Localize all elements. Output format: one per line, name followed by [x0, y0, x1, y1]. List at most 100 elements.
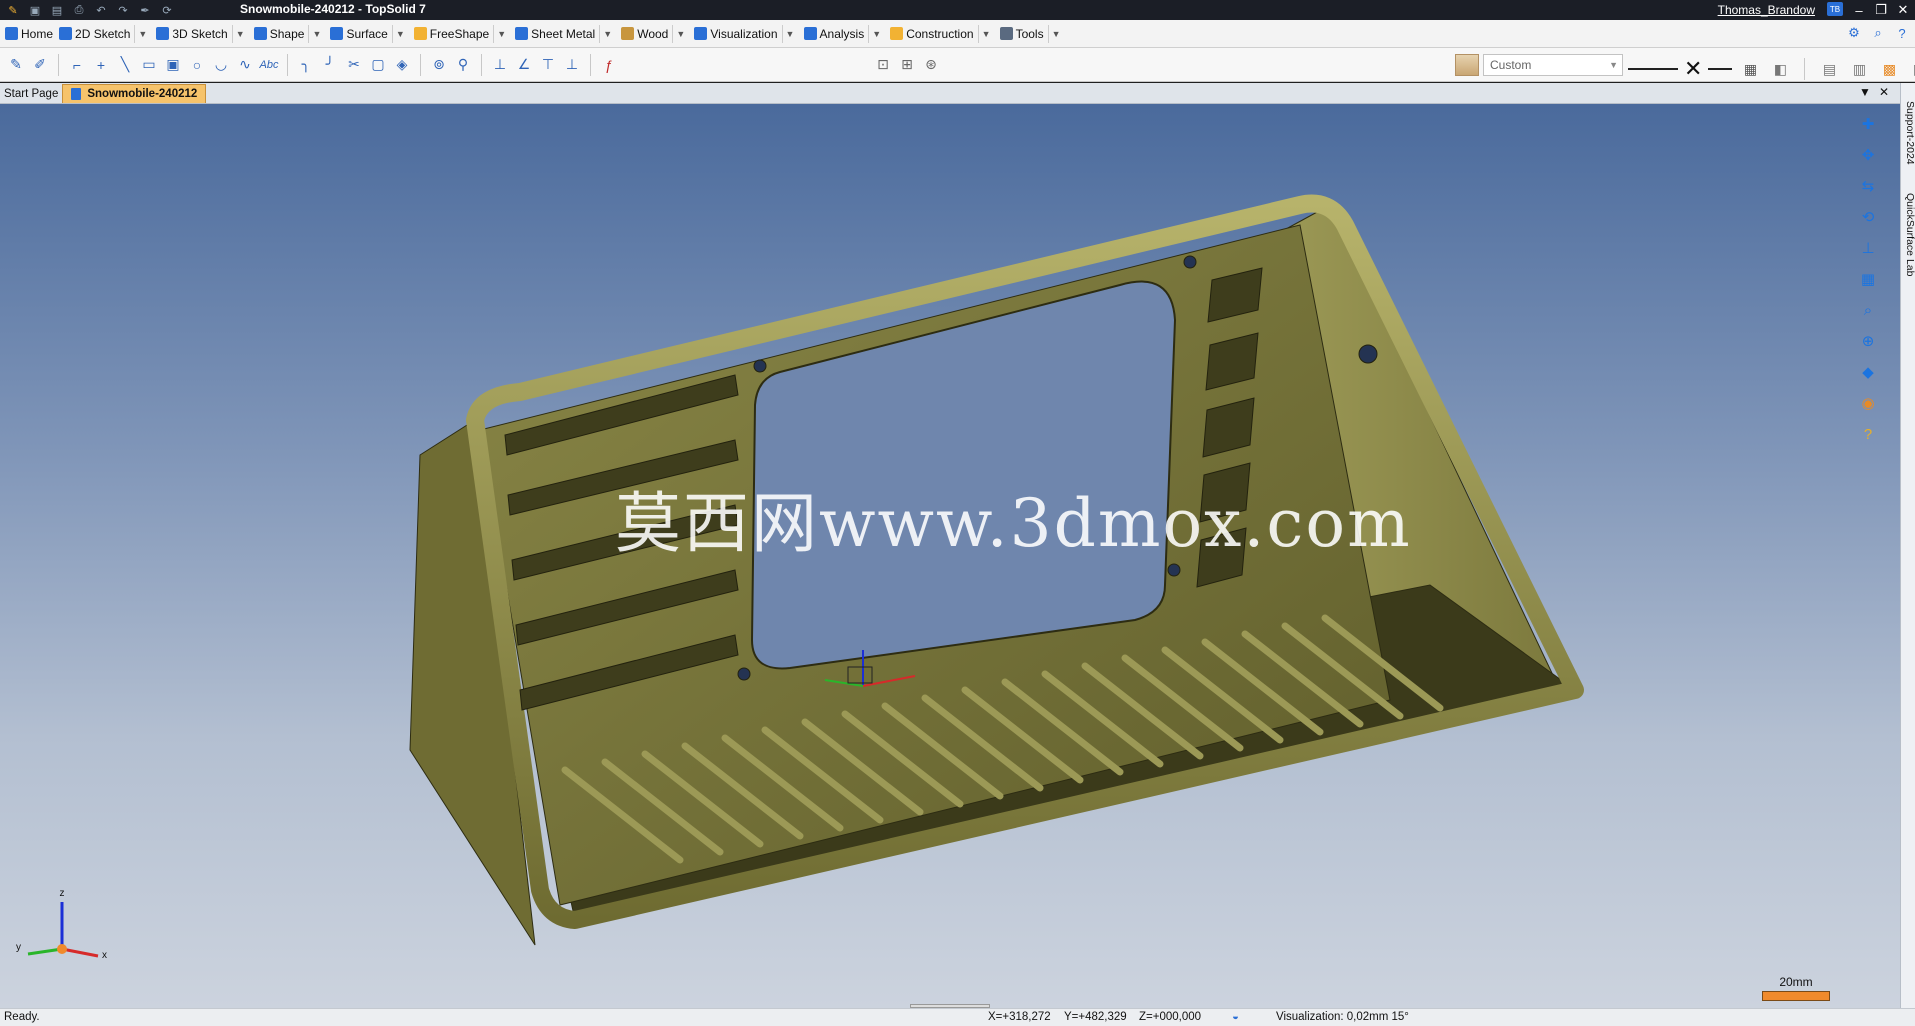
polyline-icon[interactable]: ⌐ — [65, 52, 89, 78]
preset-select[interactable]: Custom ▼ — [1483, 54, 1623, 76]
arc-icon[interactable]: ◡ — [209, 52, 233, 78]
dimension-icon[interactable]: ⊥ — [488, 52, 512, 78]
minimize-icon[interactable]: – — [1851, 3, 1867, 18]
grid-icon[interactable]: ▤ — [1817, 56, 1841, 82]
chevron-down-icon[interactable]: ▼ — [231, 24, 248, 43]
chevron-down-icon[interactable]: ▼ — [308, 24, 324, 43]
redo-icon[interactable]: ↷ — [114, 2, 132, 18]
side-panel-support[interactable]: Support-2024 — [1901, 101, 1915, 165]
help-icon[interactable]: ? — [1855, 422, 1881, 446]
tab-3d-sketch[interactable]: 3D Sketch ▼ — [153, 21, 250, 47]
hatch-icon[interactable]: ▦ — [1738, 56, 1762, 82]
tab-2d-sketch[interactable]: 2D Sketch ▼ — [56, 21, 153, 47]
line-icon[interactable]: ╲ — [113, 52, 137, 78]
app-menu-icon[interactable]: ✎ — [4, 2, 22, 18]
chevron-down-icon[interactable]: ▼ — [672, 24, 688, 43]
perpendicular-icon[interactable]: ⊥ — [560, 52, 584, 78]
user-name-link[interactable]: Thomas_Brandow — [1718, 3, 1815, 17]
tab-construction[interactable]: Construction ▼ — [887, 21, 996, 47]
views-icon[interactable]: ▦ — [1855, 267, 1881, 291]
orbit-icon[interactable]: ⟲ — [1855, 205, 1881, 229]
tab-label: Tools — [1015, 26, 1044, 41]
measure-icon[interactable]: ⊡ — [871, 52, 895, 78]
chevron-down-icon[interactable]: ▼ — [977, 24, 994, 43]
close-icon[interactable]: ✕ — [1895, 2, 1911, 18]
side-panel-quicksurface[interactable]: QuickSurface Lab — [1901, 193, 1915, 276]
zoom-window-icon[interactable]: ⌕ — [1855, 298, 1881, 322]
plus-icon[interactable]: ✚ — [1855, 112, 1881, 136]
chevron-down-icon[interactable]: ▼ — [781, 24, 798, 43]
move-icon[interactable]: ✥ — [1855, 143, 1881, 167]
line-style-sample[interactable] — [1708, 68, 1733, 70]
tab-active-document[interactable]: Snowmobile-240212 — [62, 84, 207, 103]
chevron-down-icon[interactable]: ▼ — [134, 24, 150, 43]
zoom-icon[interactable]: ⊕ — [1855, 329, 1881, 353]
pencil-icon[interactable]: ✎ — [4, 52, 28, 78]
rotate-view-icon[interactable]: ⊚ — [427, 52, 451, 78]
undo-icon[interactable]: ↶ — [92, 2, 110, 18]
function-icon[interactable]: ƒ — [597, 52, 621, 78]
separator — [58, 53, 59, 76]
edit-sketch-icon[interactable]: ✐ — [28, 52, 52, 78]
fillet-icon[interactable]: ╮ — [294, 52, 318, 78]
tab-tools[interactable]: Tools ▼ — [997, 21, 1067, 47]
3d-viewport[interactable]: 莫西网www.3dmox.com z x y 20mm — [0, 104, 1900, 1008]
layers-icon[interactable]: ◧ — [1768, 56, 1792, 82]
line-style-sample[interactable] — [1628, 68, 1678, 70]
tab-wood[interactable]: Wood ▼ — [618, 21, 691, 47]
circle-icon[interactable]: ○ — [185, 52, 209, 78]
close-icon[interactable]: ✕ — [1879, 85, 1889, 99]
search-icon[interactable]: ⌕ — [1869, 24, 1887, 42]
settings-icon[interactable]: ⚙ — [1845, 24, 1863, 42]
print-icon[interactable]: ⎙ — [70, 2, 88, 18]
square-icon[interactable]: ▣ — [161, 52, 185, 78]
point-icon[interactable]: + — [89, 52, 113, 78]
side-panels: Support-2024 QuickSurface Lab — [1900, 83, 1915, 1008]
zoom-inspect-icon[interactable]: ⊛ — [919, 52, 943, 78]
snap-icon[interactable]: ▥ — [1847, 56, 1871, 82]
chevron-down-icon[interactable]: ▼ — [391, 24, 408, 43]
display-icon[interactable]: ◨ — [1907, 56, 1915, 82]
tab-label: Visualization — [710, 26, 778, 41]
tab-surface[interactable]: Surface ▼ — [327, 21, 410, 47]
tab-sheet-metal[interactable]: Sheet Metal ▼ — [512, 21, 618, 47]
user-badge[interactable]: TB — [1827, 2, 1843, 16]
save-all-icon[interactable]: ▤ — [48, 2, 66, 18]
rectangle-icon[interactable]: ▭ — [137, 52, 161, 78]
help-icon[interactable]: ? — [1893, 24, 1911, 42]
offset-icon[interactable]: ▢ — [366, 52, 390, 78]
chevron-down-icon[interactable]: ▼ — [493, 24, 509, 43]
tab-freeshape[interactable]: FreeShape ▼ — [411, 21, 512, 47]
constraint-icon[interactable]: ⊤ — [536, 52, 560, 78]
angle-dimension-icon[interactable]: ∠ — [512, 52, 536, 78]
refresh-icon[interactable]: ⟳ — [158, 2, 176, 18]
cross-style-icon[interactable]: ✕ — [1684, 56, 1702, 82]
chevron-down-icon[interactable]: ▼ — [1859, 85, 1871, 99]
tab-visualization[interactable]: Visualization ▼ — [691, 21, 800, 47]
inspect-icon[interactable]: ⊞ — [895, 52, 919, 78]
pan-icon[interactable]: ⇆ — [1855, 174, 1881, 198]
chevron-down-icon[interactable]: ▼ — [1047, 24, 1064, 43]
project-icon[interactable]: ◈ — [390, 52, 414, 78]
save-icon[interactable]: ▣ — [26, 2, 44, 18]
chevron-down-icon[interactable]: ▼ — [599, 24, 615, 43]
text-icon[interactable]: Abc — [257, 52, 281, 78]
chamfer-icon[interactable]: ╯ — [318, 52, 342, 78]
chevron-down-icon[interactable]: ▼ — [868, 24, 884, 43]
spline-icon[interactable]: ∿ — [233, 52, 257, 78]
render-icon[interactable]: ◉ — [1855, 391, 1881, 415]
pen-icon[interactable]: ✒ — [136, 2, 154, 18]
tab-home[interactable]: Home — [2, 21, 56, 47]
cube-view-icon[interactable]: ◆ — [1855, 360, 1881, 384]
tab-shape[interactable]: Shape ▼ — [251, 21, 328, 47]
highlight-icon[interactable]: ▩ — [1877, 56, 1901, 82]
tab-start-page[interactable]: Start Page — [0, 84, 62, 103]
line-style-controls: ✕ ▦ ◧ ▤ ▥ ▩ ◨ — [1628, 56, 1915, 82]
watermark-text: 莫西网www.3dmox.com — [615, 485, 1412, 562]
section-icon[interactable]: ⊥ — [1855, 236, 1881, 260]
trim-icon[interactable]: ✂ — [342, 52, 366, 78]
restore-icon[interactable]: ❐ — [1873, 2, 1889, 18]
tab-analysis[interactable]: Analysis ▼ — [801, 21, 888, 47]
pin-icon[interactable]: ⚲ — [451, 52, 475, 78]
chevron-down-icon: ▼ — [1609, 60, 1618, 70]
